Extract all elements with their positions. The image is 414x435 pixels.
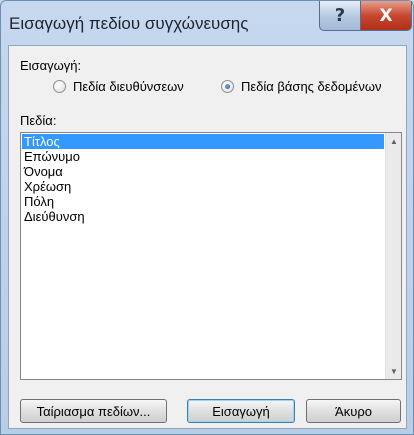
list-item[interactable]: Χρέωση <box>22 179 384 194</box>
window-title: Εισαγωγή πεδίου συγχώνευσης <box>9 14 249 33</box>
radio-database-fields[interactable]: Πεδία βάσης δεδομένων <box>221 79 382 94</box>
radio-address-fields-label: Πεδία διευθύνσεων <box>73 79 184 94</box>
list-item[interactable]: Επώνυμο <box>22 149 384 164</box>
help-icon: ? <box>334 5 346 26</box>
fields-listbox[interactable]: Τίτλος Επώνυμο Όνομα Χρέωση Πόλη Διεύθυν… <box>20 132 402 380</box>
cancel-label: Άκυρο <box>335 403 372 419</box>
scroll-down-arrow-icon[interactable]: ▼ <box>386 363 402 379</box>
list-item[interactable]: Διεύθυνση <box>22 209 384 224</box>
match-fields-label: Ταίριασμα πεδίων... <box>36 403 151 419</box>
help-button[interactable]: ? <box>319 1 361 31</box>
match-fields-button[interactable]: Ταίριασμα πεδίων... <box>20 399 167 423</box>
list-item[interactable]: Τίτλος <box>22 134 384 149</box>
radio-button-selected[interactable] <box>221 80 234 93</box>
list-item[interactable]: Όνομα <box>22 164 384 179</box>
insert-button[interactable]: Εισαγωγή <box>187 399 295 423</box>
radio-database-fields-label: Πεδία βάσης δεδομένων <box>241 79 382 94</box>
list-item[interactable]: Πόλη <box>22 194 384 209</box>
scroll-up-arrow-icon[interactable]: ▲ <box>386 133 402 149</box>
radio-address-fields[interactable]: Πεδία διευθύνσεων <box>53 79 184 94</box>
insert-label-text: Εισαγωγή <box>212 403 270 419</box>
close-button[interactable]: X <box>360 1 412 31</box>
dialog-body: Εισαγωγή: Πεδία διευθύνσεων Πεδία βάσης … <box>8 45 407 429</box>
title-bar[interactable]: Εισαγωγή πεδίου συγχώνευσης ? X <box>1 1 413 41</box>
fields-label: Πεδία: <box>20 113 57 128</box>
vertical-scrollbar[interactable]: ▲ ▼ <box>385 133 401 379</box>
radio-button-unselected[interactable] <box>53 80 66 93</box>
insert-label: Εισαγωγή: <box>20 58 82 73</box>
cancel-button[interactable]: Άκυρο <box>306 399 401 423</box>
dialog-window: Εισαγωγή πεδίου συγχώνευσης ? X Εισαγωγή… <box>0 0 414 435</box>
close-icon: X <box>379 5 393 26</box>
